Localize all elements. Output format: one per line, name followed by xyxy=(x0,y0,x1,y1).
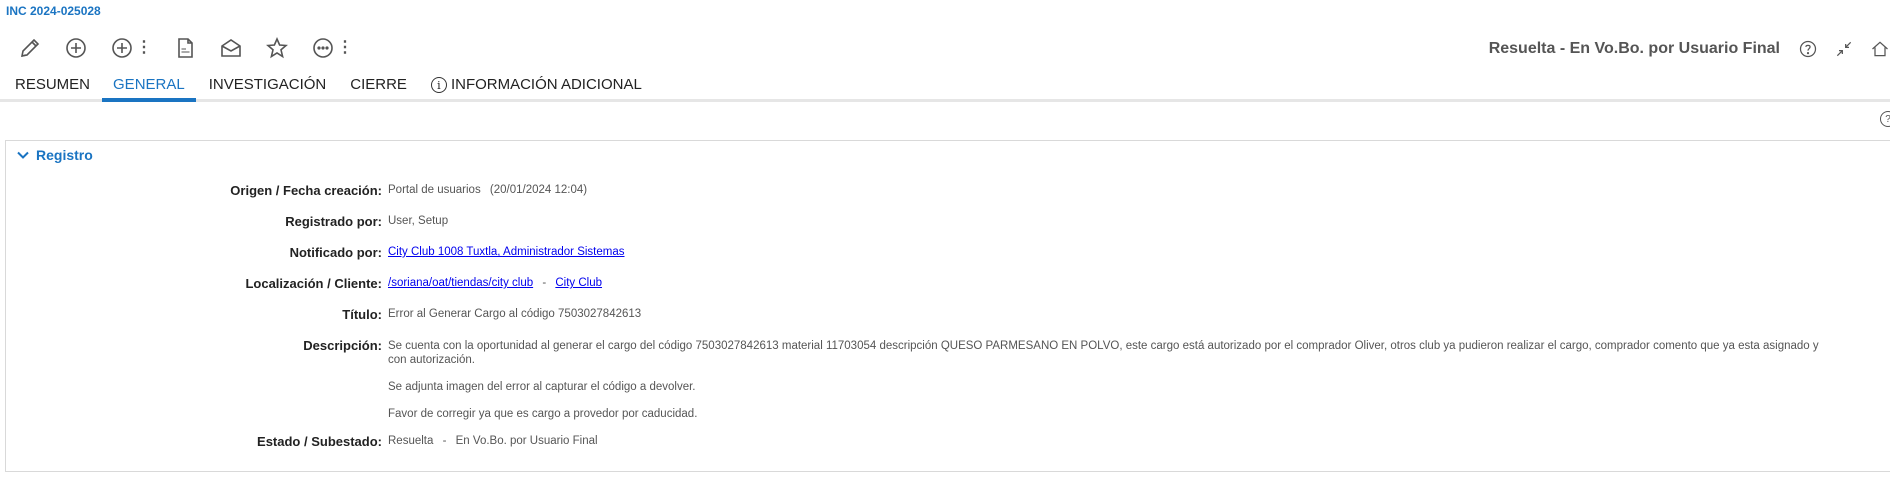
pdf-button[interactable] xyxy=(173,34,197,62)
email-button[interactable] xyxy=(219,34,243,62)
descripcion-paragraph: Se adjunta imagen del error al capturar … xyxy=(388,381,696,393)
tab-resumen[interactable]: RESUMEN xyxy=(4,70,101,99)
more-options-button[interactable]: ⋮ xyxy=(311,34,353,62)
field-label: Título: xyxy=(342,307,382,322)
field-localizacion: Localización / Cliente: /soriana/oat/tie… xyxy=(6,276,602,291)
cliente-link[interactable]: City Club xyxy=(555,277,602,289)
help-icon[interactable]: ? xyxy=(1880,111,1890,127)
status-text: Resuelta - En Vo.Bo. por Usuario Final xyxy=(1488,40,1780,57)
field-origen: Origen / Fecha creación: Portal de usuar… xyxy=(6,183,587,198)
field-value: /soriana/oat/tiendas/city club - City Cl… xyxy=(388,276,602,291)
titulo-value: Error al Generar Cargo al código 7503027… xyxy=(388,308,642,320)
field-registrado: Registrado por: User, Setup xyxy=(6,214,448,229)
incident-id: INC 2024-025028 xyxy=(6,4,101,18)
tab-label: INVESTIGACIÓN xyxy=(208,76,327,93)
collapse-button[interactable] xyxy=(1834,39,1854,59)
help-icon xyxy=(1799,40,1817,58)
origen-value: Portal de usuarios xyxy=(388,184,481,196)
panel-title: Registro xyxy=(36,147,93,163)
field-descripcion: Descripción: Se cuenta con la oportunida… xyxy=(6,338,1828,434)
tab-investigacion[interactable]: INVESTIGACIÓN xyxy=(198,70,338,99)
separator: - xyxy=(542,277,547,289)
add-circle-more-icon xyxy=(112,38,132,58)
descripcion-value: Se cuenta con la oportunidad al generar … xyxy=(388,338,1828,434)
add-circle-icon xyxy=(66,38,86,58)
subestado-value: En Vo.Bo. por Usuario Final xyxy=(455,435,598,447)
registro-panel: Registro Origen / Fecha creación: Portal… xyxy=(5,140,1890,472)
kebab-icon: ⋮ xyxy=(136,39,152,56)
descripcion-paragraph: Se cuenta con la oportunidad al generar … xyxy=(388,340,1819,366)
pdf-icon xyxy=(178,38,193,58)
field-label: Registrado por: xyxy=(285,214,382,229)
registrado-value: User, Setup xyxy=(388,215,449,227)
tab-bar: RESUMEN GENERAL INVESTIGACIÓN CIERRE i I… xyxy=(0,70,1890,102)
favorite-button[interactable] xyxy=(265,34,289,62)
tab-general[interactable]: GENERAL xyxy=(102,70,196,102)
add-button[interactable] xyxy=(64,34,88,62)
estado-value: Resuelta xyxy=(388,435,434,447)
field-value: City Club 1008 Tuxtla, Administrador Sis… xyxy=(388,245,625,260)
tab-label: GENERAL xyxy=(113,76,185,93)
tab-label: INFORMACIÓN ADICIONAL xyxy=(450,76,642,93)
tab-label: RESUMEN xyxy=(15,76,91,93)
field-label: Descripción: xyxy=(303,338,382,353)
localizacion-link[interactable]: /soriana/oat/tiendas/city club xyxy=(388,277,533,289)
field-notificado: Notificado por: City Club 1008 Tuxtla, A… xyxy=(6,245,625,260)
edit-button[interactable] xyxy=(18,34,42,62)
toolbar: ⋮ ⋮ xyxy=(18,34,374,62)
pencil-icon xyxy=(20,38,40,58)
chevron-down-icon xyxy=(17,151,29,159)
field-label: Estado / Subestado: xyxy=(257,434,382,449)
separator: - xyxy=(442,435,447,447)
home-icon xyxy=(1872,41,1888,57)
help-button[interactable] xyxy=(1798,39,1818,59)
descripcion-paragraph: Favor de corregir ya que es cargo a prov… xyxy=(388,408,698,420)
info-icon: i xyxy=(430,77,447,93)
field-label: Localización / Cliente: xyxy=(245,276,382,291)
field-label: Notificado por: xyxy=(289,245,382,260)
tab-label: CIERRE xyxy=(350,76,407,93)
registro-panel-header[interactable]: Registro xyxy=(16,147,93,163)
field-label: Origen / Fecha creación: xyxy=(230,183,382,198)
field-value: Resuelta - En Vo.Bo. por Usuario Final xyxy=(388,434,598,449)
tab-informacion-adicional[interactable]: i INFORMACIÓN ADICIONAL xyxy=(420,70,653,99)
add-more-button[interactable]: ⋮ xyxy=(110,34,152,62)
envelope-icon xyxy=(221,39,241,57)
star-icon xyxy=(266,36,288,59)
tab-cierre[interactable]: CIERRE xyxy=(339,70,418,99)
field-value: Portal de usuarios (20/01/2024 12:04) xyxy=(388,183,587,198)
field-estado: Estado / Subestado: Resuelta - En Vo.Bo.… xyxy=(6,434,598,449)
home-button[interactable] xyxy=(1870,39,1890,59)
field-titulo: Título: Error al Generar Cargo al código… xyxy=(6,307,641,322)
creation-date: (20/01/2024 12:04) xyxy=(489,184,588,196)
status-area: Resuelta - En Vo.Bo. por Usuario Final xyxy=(1489,36,1890,62)
notificado-link[interactable]: City Club 1008 Tuxtla, Administrador Sis… xyxy=(388,246,625,258)
collapse-icon xyxy=(1836,41,1852,57)
kebab-icon: ⋮ xyxy=(337,39,353,56)
more-options-icon xyxy=(313,38,333,58)
